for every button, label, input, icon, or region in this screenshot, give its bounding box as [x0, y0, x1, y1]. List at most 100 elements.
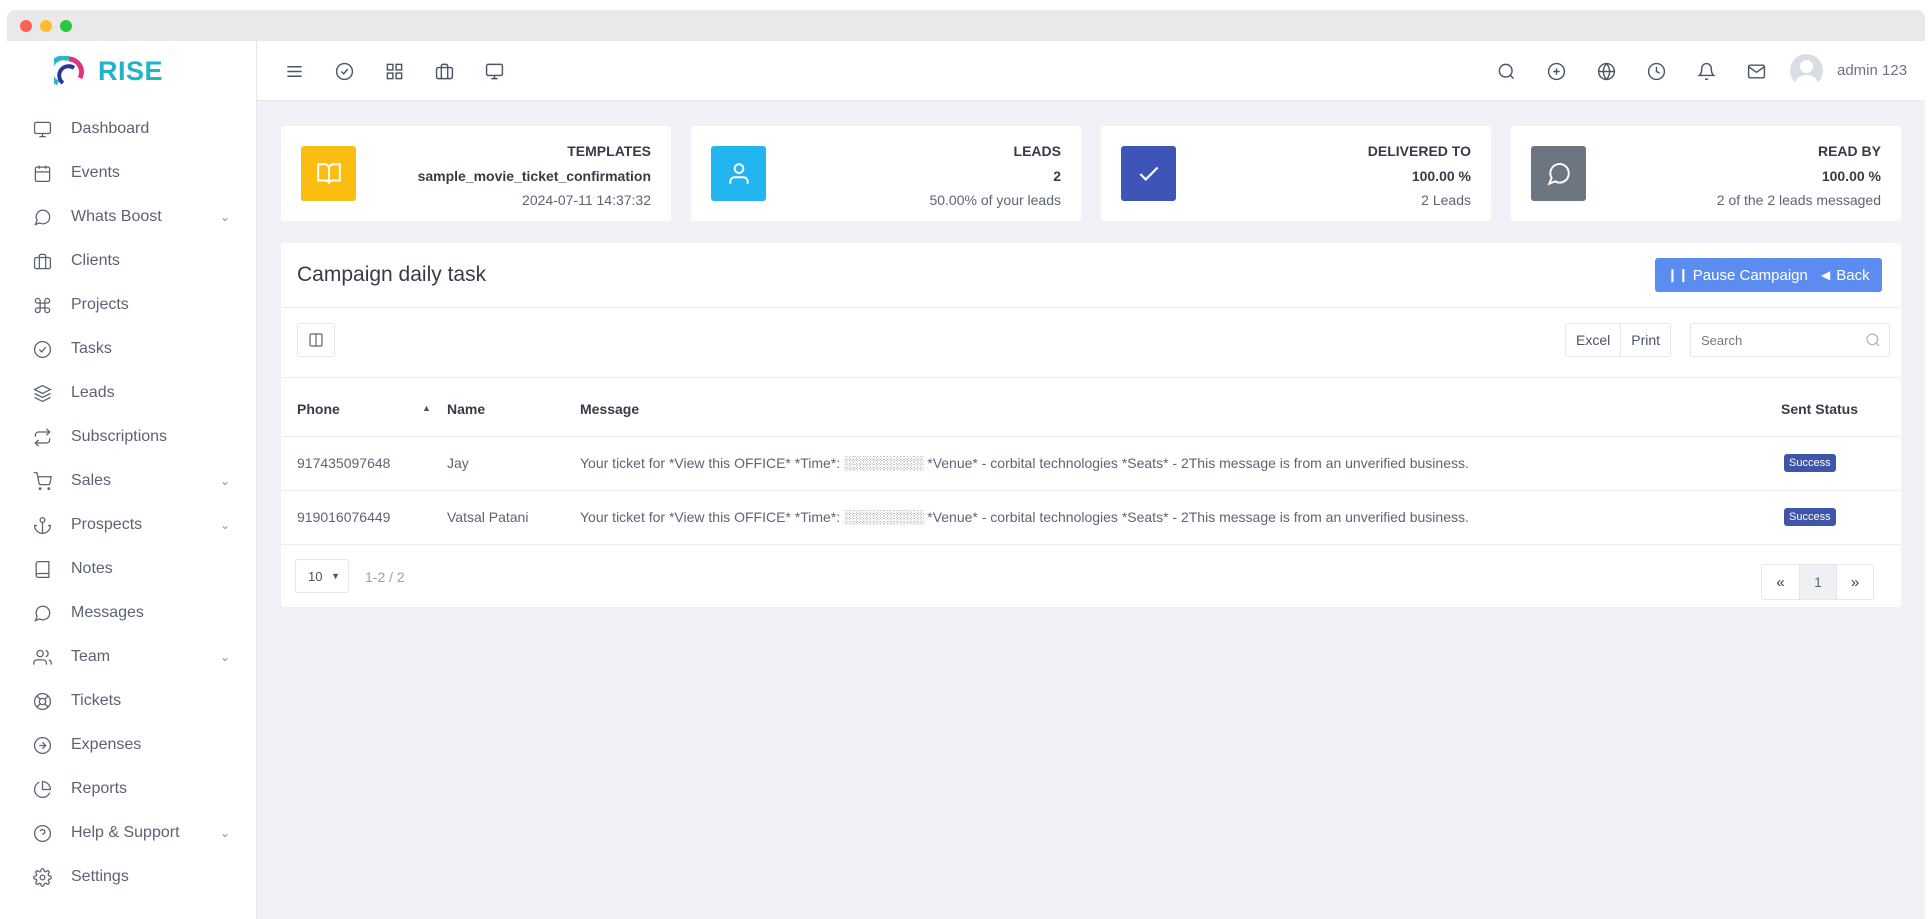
sort-asc-icon[interactable]: ▲ — [422, 403, 431, 413]
sidebar-item-whats-boost[interactable]: Whats Boost ⌄ — [7, 195, 256, 239]
check-icon — [1121, 146, 1176, 201]
sidebar-menu: Dashboard Events Whats Boost ⌄ Clients P… — [7, 107, 256, 899]
sidebar-item-leads[interactable]: Leads — [7, 371, 256, 415]
clock-icon[interactable] — [1643, 58, 1669, 84]
campaign-panel: Campaign daily task ❙❙ Pause Campaign ◀ … — [281, 243, 1901, 607]
sidebar-item-expenses[interactable]: Expenses — [7, 723, 256, 767]
print-button[interactable]: Print — [1620, 324, 1670, 356]
sidebar-item-clients[interactable]: Clients — [7, 239, 256, 283]
phone-cell: 917435097648 — [297, 455, 391, 471]
pause-campaign-button[interactable]: ❙❙ Pause Campaign — [1655, 258, 1820, 292]
app-name: RISE — [98, 55, 164, 86]
column-toggle-button[interactable] — [297, 323, 335, 357]
sidebar-item-label: Events — [71, 164, 120, 181]
sidebar-item-label: Leads — [71, 384, 115, 401]
sidebar-item-label: Messages — [71, 604, 144, 621]
column-header-name[interactable]: Name — [447, 401, 485, 417]
sidebar-item-messages[interactable]: Messages — [7, 591, 256, 635]
message-cell: Your ticket for *View this OFFICE* *Time… — [580, 455, 1469, 471]
divider — [281, 377, 1901, 378]
card-value: 100.00 % — [1411, 168, 1471, 184]
sidebar-item-label: Prospects — [71, 516, 143, 533]
sidebar-item-help-support[interactable]: Help & Support ⌄ — [7, 811, 256, 855]
back-label: Back — [1836, 266, 1870, 284]
column-header-phone[interactable]: Phone — [297, 401, 340, 417]
sidebar-item-label: Reports — [71, 780, 128, 797]
search-icon — [1865, 332, 1881, 353]
sidebar-item-label: Tickets — [71, 692, 122, 709]
user-name[interactable]: admin 123 — [1837, 62, 1907, 79]
leads-card: LEADS 2 50.00% of your leads — [691, 126, 1081, 221]
sidebar-item-label: Clients — [71, 252, 120, 269]
card-label: DELIVERED TO — [1367, 143, 1471, 159]
sidebar-item-label: Tasks — [71, 340, 112, 357]
sidebar-item-settings[interactable]: Settings — [7, 855, 256, 899]
globe-icon[interactable] — [1593, 58, 1619, 84]
export-button-group: Excel Print — [1565, 323, 1672, 357]
help-circle-icon — [31, 822, 53, 844]
card-sub: 2 Leads — [1421, 192, 1471, 208]
sidebar-item-subscriptions[interactable]: Subscriptions — [7, 415, 256, 459]
sidebar-item-events[interactable]: Events — [7, 151, 256, 195]
card-value: sample_movie_ticket_confirmation — [417, 168, 651, 184]
sidebar-item-label: Sales — [71, 472, 112, 489]
close-window-button[interactable] — [20, 20, 32, 32]
arrow-circle-icon — [31, 734, 53, 756]
column-header-message[interactable]: Message — [580, 401, 639, 417]
back-button[interactable]: ◀ Back — [1809, 258, 1882, 292]
search-icon[interactable] — [1493, 58, 1519, 84]
card-sub: 50.00% of your leads — [929, 192, 1061, 208]
sidebar-item-dashboard[interactable]: Dashboard — [7, 107, 256, 151]
avatar[interactable] — [1790, 54, 1823, 87]
search-input[interactable] — [1691, 324, 1861, 356]
sidebar-item-team[interactable]: Team ⌄ — [7, 635, 256, 679]
card-label: READ BY — [1817, 143, 1881, 159]
mail-icon[interactable] — [1743, 58, 1769, 84]
briefcase-icon[interactable] — [431, 58, 457, 84]
sidebar-item-tickets[interactable]: Tickets — [7, 679, 256, 723]
repeat-icon — [31, 426, 53, 448]
page-size-select[interactable]: 10 ▼ — [295, 559, 349, 593]
logo[interactable]: RISE — [7, 41, 256, 101]
sidebar-item-label: Help & Support — [71, 824, 180, 841]
card-label: LEADS — [1013, 143, 1061, 159]
monitor-icon[interactable] — [481, 58, 507, 84]
users-icon — [31, 646, 53, 668]
life-buoy-icon — [31, 690, 53, 712]
menu-icon[interactable] — [281, 58, 307, 84]
delivered-card: DELIVERED TO 100.00 % 2 Leads — [1101, 126, 1491, 221]
column-header-sent-status[interactable]: Sent Status — [1781, 401, 1858, 417]
table-row[interactable]: 917435097648 Jay Your ticket for *View t… — [281, 436, 1901, 490]
table-row[interactable]: 919016076449 Vatsal Patani Your ticket f… — [281, 490, 1901, 544]
sidebar-item-notes[interactable]: Notes — [7, 547, 256, 591]
sidebar-item-prospects[interactable]: Prospects ⌄ — [7, 503, 256, 547]
topbar: admin 123 — [257, 41, 1925, 101]
prev-page-button[interactable]: « — [1762, 565, 1799, 599]
sidebar-item-sales[interactable]: Sales ⌄ — [7, 459, 256, 503]
status-badge: Success — [1784, 508, 1836, 526]
bell-icon[interactable] — [1693, 58, 1719, 84]
grid-icon[interactable] — [381, 58, 407, 84]
caret-down-icon: ▼ — [331, 571, 340, 581]
card-sub: 2 of the 2 leads messaged — [1716, 192, 1881, 208]
minimize-window-button[interactable] — [40, 20, 52, 32]
plus-circle-icon[interactable] — [1543, 58, 1569, 84]
sidebar-item-reports[interactable]: Reports — [7, 767, 256, 811]
window-titlebar — [7, 10, 1925, 41]
book-icon — [31, 558, 53, 580]
app-window: RISE Dashboard Events Whats Boost ⌄ Clie… — [7, 10, 1925, 919]
excel-button[interactable]: Excel — [1566, 324, 1620, 356]
card-value: 100.00 % — [1821, 168, 1881, 184]
sidebar-item-label: Notes — [71, 560, 113, 577]
sidebar-item-tasks[interactable]: Tasks — [7, 327, 256, 371]
sidebar-item-label: Expenses — [71, 736, 142, 753]
anchor-icon — [31, 514, 53, 536]
sidebar-item-projects[interactable]: Projects — [7, 283, 256, 327]
divider — [281, 307, 1901, 308]
check-circle-icon — [31, 338, 53, 360]
page-1-button[interactable]: 1 — [1799, 565, 1836, 599]
sidebar-item-label: Subscriptions — [71, 428, 168, 445]
maximize-window-button[interactable] — [60, 20, 72, 32]
next-page-button[interactable]: » — [1836, 565, 1873, 599]
check-circle-icon[interactable] — [331, 58, 357, 84]
